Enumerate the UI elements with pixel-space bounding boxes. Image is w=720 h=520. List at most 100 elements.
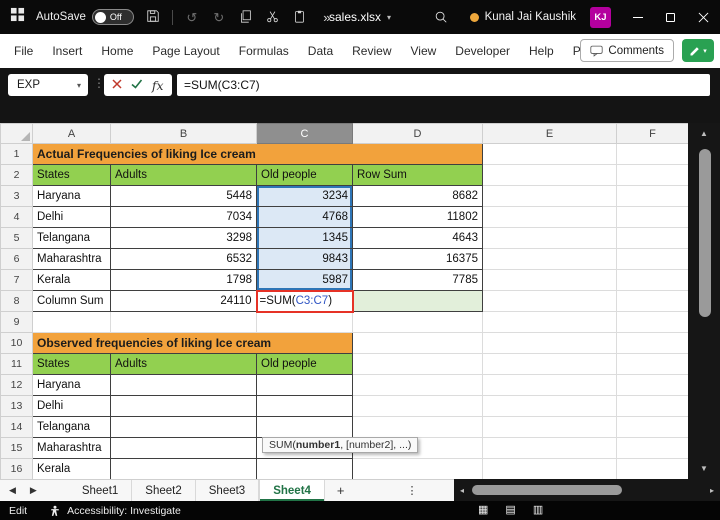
cell[interactable]	[617, 459, 689, 480]
sheet-tab-sheet4[interactable]: Sheet4	[259, 480, 325, 501]
cell[interactable]	[483, 144, 617, 165]
cell-A12[interactable]: Haryana	[33, 375, 111, 396]
scroll-up-icon[interactable]: ▲	[688, 129, 720, 138]
cell[interactable]	[617, 144, 689, 165]
t1-header-adults[interactable]: Adults	[111, 165, 257, 186]
cell-D6[interactable]: 16375	[353, 249, 483, 270]
sheet-tab-sheet2[interactable]: Sheet2	[132, 480, 195, 501]
cell-B3[interactable]: 5448	[111, 186, 257, 207]
cell-D4[interactable]: 11802	[353, 207, 483, 228]
col-header-E[interactable]: E	[483, 124, 617, 144]
vertical-scrollbar-thumb[interactable]	[699, 149, 711, 317]
cell[interactable]	[483, 396, 617, 417]
vertical-scrollbar[interactable]: ▲ ▼	[688, 123, 720, 479]
cell[interactable]	[483, 417, 617, 438]
cell[interactable]	[617, 249, 689, 270]
cell-C3[interactable]: 3234	[257, 186, 353, 207]
row-header-8[interactable]: 8	[1, 291, 33, 312]
ribbon-tab-data[interactable]: Data	[308, 44, 333, 58]
t2-header-adults[interactable]: Adults	[111, 354, 257, 375]
cell-B15[interactable]	[111, 438, 257, 459]
cell[interactable]	[483, 291, 617, 312]
save-icon[interactable]	[145, 9, 161, 25]
cell-A8[interactable]: Column Sum	[33, 291, 111, 312]
tab-overflow-icon[interactable]: ⋮	[399, 480, 426, 501]
sheet-tab-sheet1[interactable]: Sheet1	[69, 480, 132, 501]
ribbon-tab-formulas[interactable]: Formulas	[239, 44, 289, 58]
document-title[interactable]: sales.xlsx ▾	[329, 0, 391, 34]
cell[interactable]	[353, 417, 483, 438]
cell[interactable]	[353, 396, 483, 417]
cell[interactable]	[483, 354, 617, 375]
col-header-C[interactable]: C	[257, 124, 353, 144]
cell[interactable]	[617, 417, 689, 438]
row-header-11[interactable]: 11	[1, 354, 33, 375]
cell[interactable]	[483, 375, 617, 396]
cell[interactable]	[483, 228, 617, 249]
sheet-tab-sheet3[interactable]: Sheet3	[196, 480, 259, 501]
cancel-entry-icon[interactable]	[112, 76, 122, 94]
row-header-10[interactable]: 10	[1, 333, 33, 354]
name-box[interactable]: EXP ▾	[8, 74, 88, 96]
ribbon-tab-developer[interactable]: Developer	[455, 44, 510, 58]
cell[interactable]	[617, 291, 689, 312]
cell[interactable]	[353, 375, 483, 396]
normal-view-icon[interactable]: ▦	[478, 505, 488, 516]
next-sheet-icon[interactable]: ▶	[30, 485, 37, 496]
close-button[interactable]	[687, 0, 720, 34]
col-header-B[interactable]: B	[111, 124, 257, 144]
cell-B6[interactable]: 6532	[111, 249, 257, 270]
autosave-toggle[interactable]: Off	[92, 9, 134, 25]
horizontal-scrollbar[interactable]: ◂ ▸	[454, 479, 720, 501]
horizontal-scrollbar-thumb[interactable]	[472, 485, 622, 495]
cell-A14[interactable]: Telangana	[33, 417, 111, 438]
cell-B13[interactable]	[111, 396, 257, 417]
share-edit-button[interactable]: ▾	[682, 39, 714, 62]
cell-D8[interactable]	[353, 291, 483, 312]
col-header-F[interactable]: F	[617, 124, 689, 144]
cell-A3[interactable]: Haryana	[33, 186, 111, 207]
ribbon-tab-page-layout[interactable]: Page Layout	[152, 44, 219, 58]
row-header-5[interactable]: 5	[1, 228, 33, 249]
cell[interactable]	[353, 333, 483, 354]
cell-B4[interactable]: 7034	[111, 207, 257, 228]
t1-header-row-sum[interactable]: Row Sum	[353, 165, 483, 186]
row-header-14[interactable]: 14	[1, 417, 33, 438]
cell[interactable]	[483, 165, 617, 186]
cell-A16[interactable]: Kerala	[33, 459, 111, 480]
col-header-D[interactable]: D	[353, 124, 483, 144]
scroll-down-icon[interactable]: ▼	[688, 464, 720, 473]
ribbon-tab-review[interactable]: Review	[352, 44, 391, 58]
cell-B7[interactable]: 1798	[111, 270, 257, 291]
cell-D5[interactable]: 4643	[353, 228, 483, 249]
row-header-9[interactable]: 9	[1, 312, 33, 333]
account-avatar[interactable]: KJ	[590, 7, 611, 28]
cell[interactable]	[111, 312, 257, 333]
cell-C4[interactable]: 4768	[257, 207, 353, 228]
cell[interactable]	[617, 396, 689, 417]
row-header-4[interactable]: 4	[1, 207, 33, 228]
t2-header-old-people[interactable]: Old people	[257, 354, 353, 375]
cell[interactable]	[483, 333, 617, 354]
cell[interactable]	[483, 249, 617, 270]
cell[interactable]	[617, 228, 689, 249]
maximize-button[interactable]	[654, 0, 687, 34]
cell[interactable]	[617, 438, 689, 459]
minimize-button[interactable]	[621, 0, 654, 34]
comments-button[interactable]: Comments	[580, 39, 674, 62]
banner-actual-frequencies[interactable]: Actual Frequencies of liking Ice cream	[33, 144, 483, 165]
ribbon-tab-home[interactable]: Home	[101, 44, 133, 58]
t1-header-states[interactable]: States	[33, 165, 111, 186]
cell-A6[interactable]: Maharashtra	[33, 249, 111, 270]
cell[interactable]	[617, 270, 689, 291]
cell[interactable]	[353, 354, 483, 375]
row-header-16[interactable]: 16	[1, 459, 33, 480]
t2-header-states[interactable]: States	[33, 354, 111, 375]
col-header-A[interactable]: A	[33, 124, 111, 144]
cell-C13[interactable]	[257, 396, 353, 417]
app-grid-icon[interactable]	[10, 7, 25, 27]
cell[interactable]	[483, 207, 617, 228]
cell[interactable]	[353, 312, 483, 333]
row-header-7[interactable]: 7	[1, 270, 33, 291]
cell[interactable]	[483, 186, 617, 207]
